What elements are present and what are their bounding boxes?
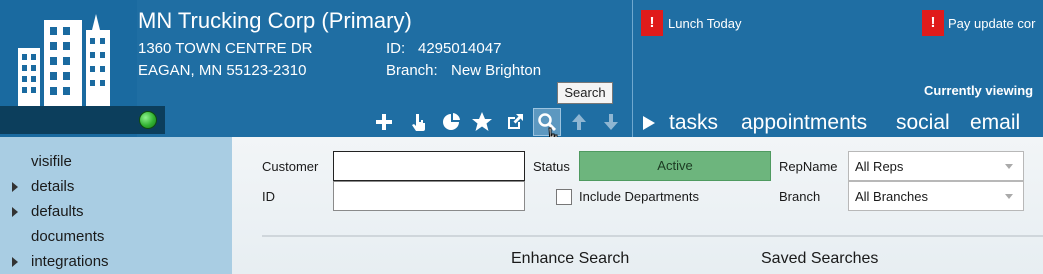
repname-select[interactable]: All Reps	[848, 151, 1024, 181]
branch-select-value: All Branches	[855, 189, 928, 204]
include-departments-checkbox[interactable]	[556, 189, 572, 205]
branch-label: Branch:	[386, 62, 438, 79]
search-tooltip: Search	[557, 82, 613, 104]
branch-value: New Brighton	[451, 62, 542, 79]
expand-caret-icon[interactable]	[12, 182, 18, 192]
customer-label: Customer	[262, 159, 319, 174]
status-active-button[interactable]: Active	[579, 151, 771, 181]
tab-appointments[interactable]: appointments	[741, 111, 867, 135]
tab-tasks[interactable]: tasks	[669, 111, 718, 135]
expand-caret-icon[interactable]	[12, 207, 18, 217]
favorite-button[interactable]	[468, 108, 496, 136]
company-name: MN Trucking Corp (Primary)	[138, 8, 412, 33]
id-value: 4295014047	[418, 40, 502, 57]
branch-select[interactable]: All Branches	[848, 181, 1024, 211]
header-divider	[632, 0, 633, 137]
currently-viewing-label: Currently viewing	[924, 83, 1034, 98]
pie-chart-icon	[443, 113, 460, 130]
customer-input[interactable]	[333, 151, 525, 181]
address-line-2: EAGAN, MN 55123-2310	[138, 62, 307, 79]
add-button[interactable]	[370, 108, 398, 136]
sidebar-item-details[interactable]: details	[0, 176, 232, 200]
alert-icon[interactable]: !	[641, 10, 663, 36]
sidebar-item-label: visifile	[31, 153, 72, 170]
chevron-down-icon	[1005, 164, 1013, 169]
section-divider	[262, 235, 1043, 237]
arrow-up-icon	[572, 114, 586, 130]
pointer-hand-icon	[412, 114, 425, 131]
external-link-icon	[508, 114, 523, 129]
enhance-search-heading[interactable]: Enhance Search	[511, 250, 629, 268]
open-external-button[interactable]	[501, 108, 529, 136]
alert-icon[interactable]: !	[922, 10, 944, 36]
saved-searches-heading[interactable]: Saved Searches	[761, 250, 878, 268]
status-indicator-icon	[139, 111, 157, 129]
record-header: MN Trucking Corp (Primary) 1360 TOWN CEN…	[0, 0, 1043, 148]
id-input[interactable]	[333, 181, 525, 211]
chevron-down-icon	[1005, 194, 1013, 199]
move-up-button[interactable]	[565, 108, 593, 136]
expand-caret-icon[interactable]	[12, 257, 18, 267]
status-label: Status	[533, 159, 570, 174]
sidebar: visifile details defaults documents inte…	[0, 137, 232, 274]
sidebar-item-documents[interactable]: documents	[0, 226, 232, 250]
sidebar-item-visifile[interactable]: visifile	[0, 151, 232, 175]
tab-email[interactable]: email	[970, 111, 1020, 135]
id-label: ID:	[386, 40, 406, 57]
select-button[interactable]	[404, 108, 432, 136]
arrow-down-icon	[604, 114, 618, 130]
star-icon	[472, 112, 492, 131]
alert-pay-update[interactable]: Pay update cor	[948, 16, 1035, 31]
play-icon[interactable]	[643, 116, 655, 130]
sidebar-item-label: details	[31, 178, 75, 195]
plus-icon	[376, 114, 392, 130]
sidebar-item-label: documents	[31, 228, 105, 245]
tab-social[interactable]: social	[896, 111, 950, 135]
repname-label: RepName	[779, 159, 838, 174]
sidebar-item-label: defaults	[31, 203, 84, 220]
sidebar-item-label: integrations	[31, 253, 109, 270]
reports-button[interactable]	[437, 108, 465, 136]
sidebar-item-integrations[interactable]: integrations	[0, 251, 232, 274]
sidebar-item-defaults[interactable]: defaults	[0, 201, 232, 225]
move-down-button[interactable]	[597, 108, 625, 136]
branch-field-label: Branch	[779, 189, 821, 204]
repname-value: All Reps	[855, 159, 904, 174]
address-line-1: 1360 TOWN CENTRE DR	[138, 40, 313, 57]
include-departments-label: Include Departments	[579, 189, 699, 204]
alert-lunch-today[interactable]: Lunch Today	[668, 16, 742, 31]
id-field-label: ID	[262, 189, 275, 204]
